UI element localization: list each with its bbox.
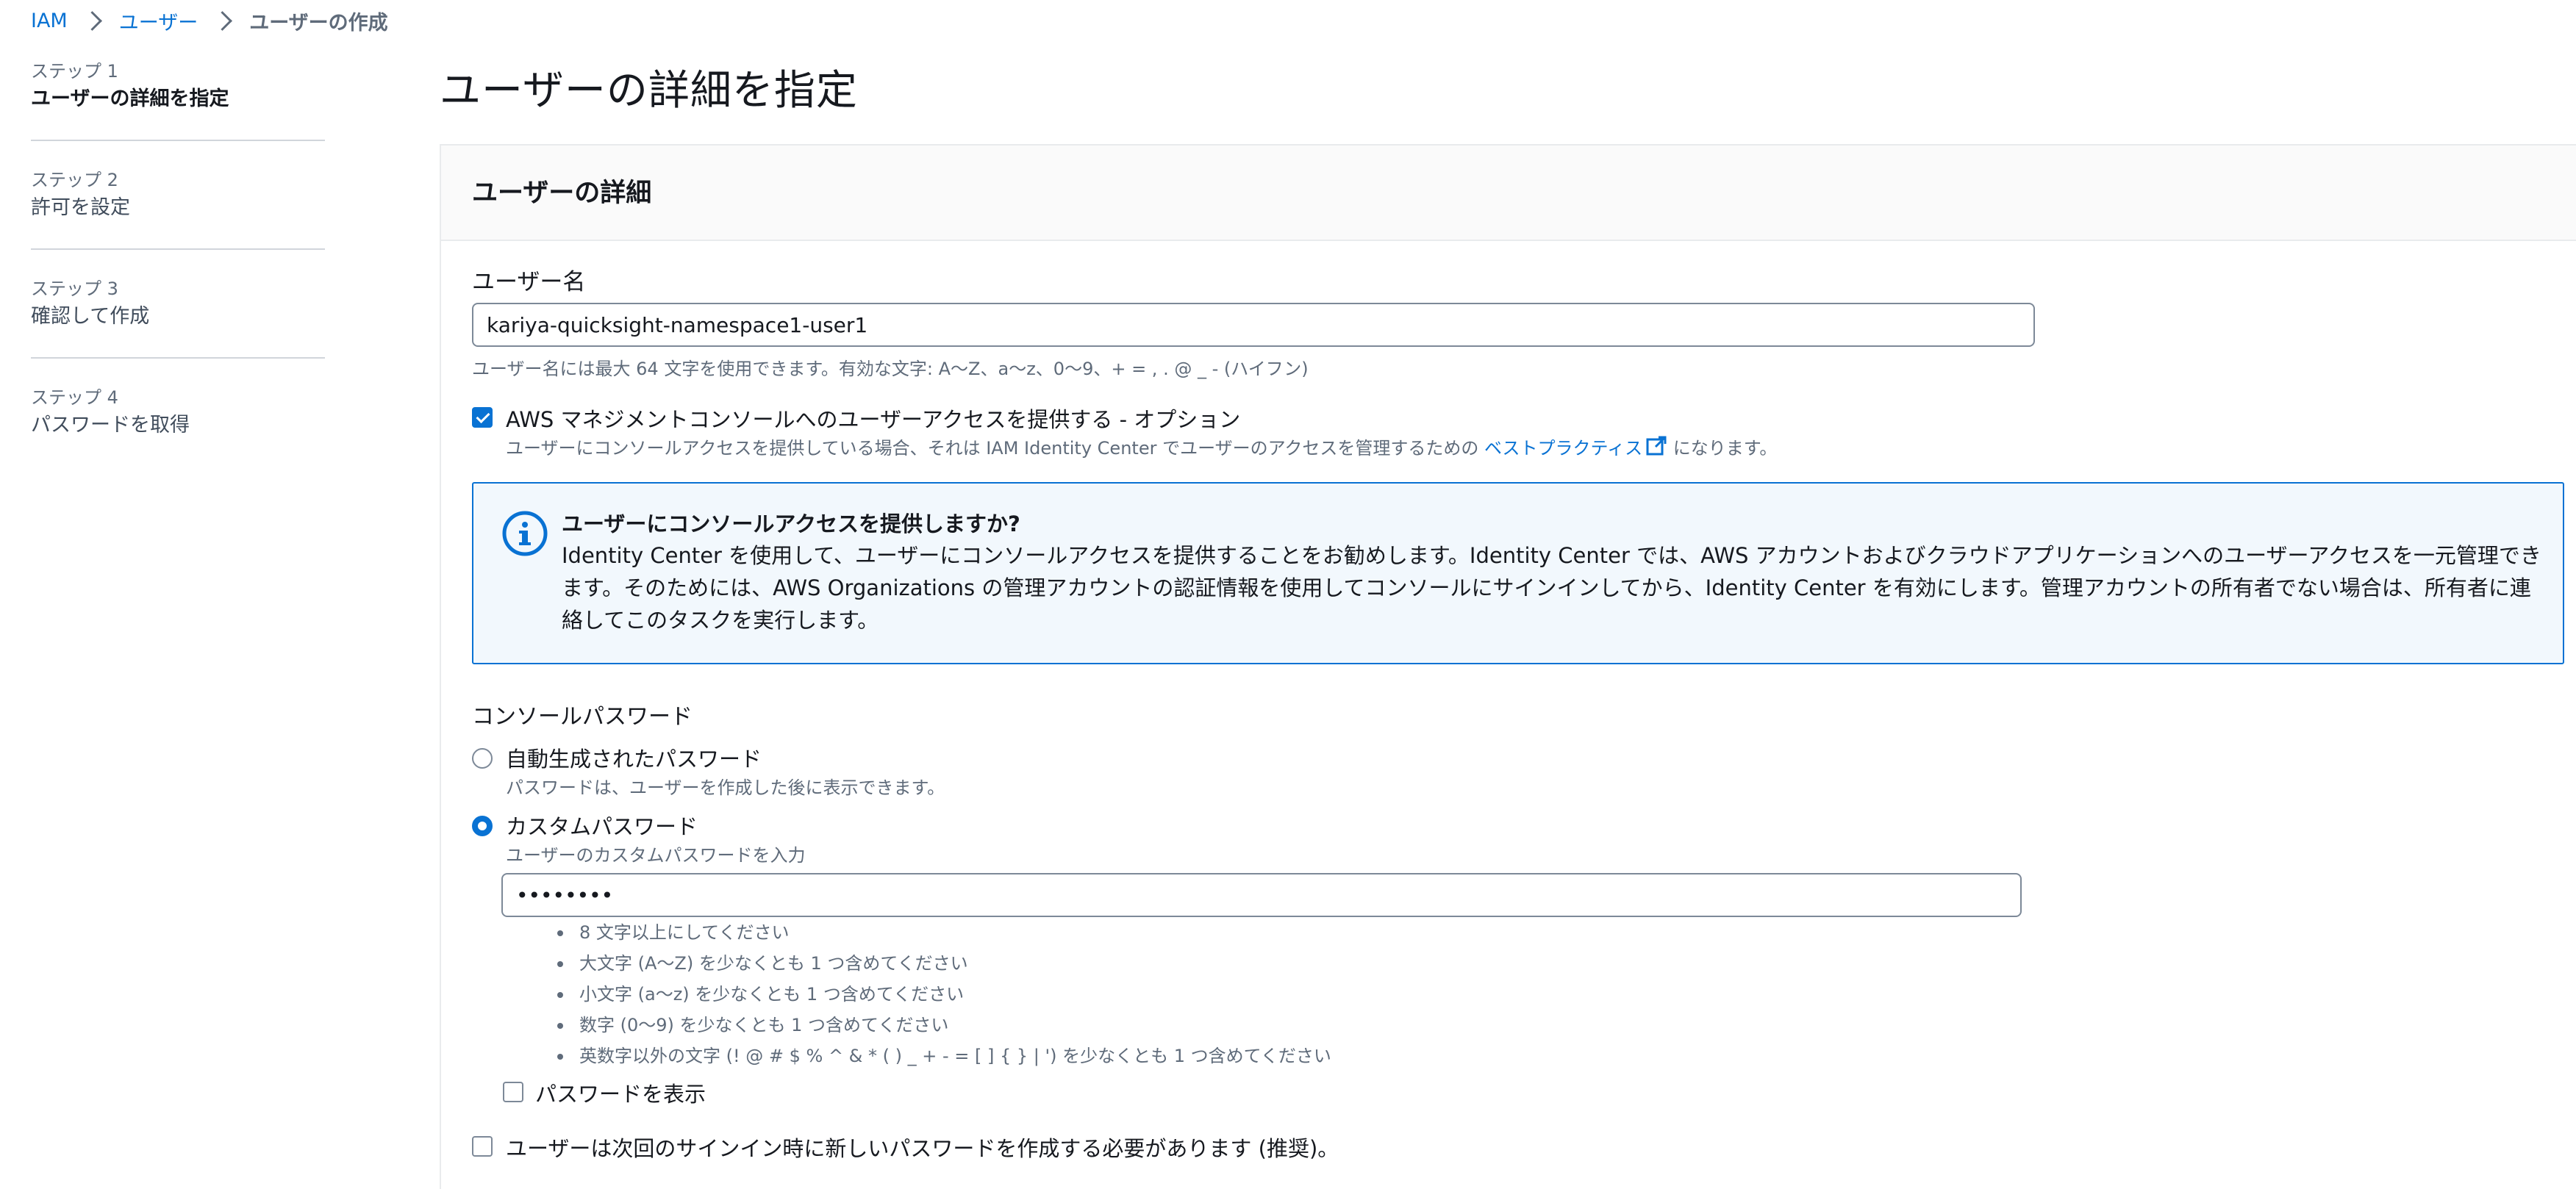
chevron-right-icon bbox=[208, 6, 239, 35]
console-access-info-alert: ユーザーにコンソールアクセスを提供しますか? Identity Center を… bbox=[472, 482, 2564, 664]
step-title: パスワードを取得 bbox=[31, 414, 190, 437]
breadcrumb-users-link[interactable]: ユーザー bbox=[119, 7, 198, 35]
info-icon bbox=[502, 511, 548, 556]
external-link-icon[interactable] bbox=[1645, 435, 1667, 457]
panel-title: ユーザーの詳細 bbox=[472, 179, 652, 208]
step-title: 確認して作成 bbox=[31, 305, 150, 328]
username-input[interactable] bbox=[472, 303, 2035, 347]
breadcrumb-iam-link[interactable]: IAM bbox=[31, 10, 68, 32]
list-item: 英数字以外の文字 (! @ # $ % ^ & * ( ) _ + - = [ … bbox=[557, 1041, 1331, 1071]
username-label: ユーザー名 bbox=[472, 269, 586, 295]
require-reset-checkbox[interactable] bbox=[472, 1136, 493, 1157]
page-title: ユーザーの詳細を指定 bbox=[440, 67, 858, 115]
wizard-step-1: ステップ 1 ユーザーの詳細を指定 bbox=[31, 59, 325, 141]
breadcrumb-current: ユーザーの作成 bbox=[249, 11, 388, 35]
list-item: 大文字 (A～Z) を少なくとも 1 つ含めてください bbox=[557, 948, 1331, 979]
console-access-checkbox[interactable] bbox=[472, 407, 493, 428]
breadcrumb: IAM ユーザー ユーザーの作成 bbox=[31, 6, 388, 35]
console-password-label: コンソールパスワード bbox=[472, 704, 693, 730]
console-access-description: ユーザーにコンソールアクセスを提供している場合、それは IAM Identity… bbox=[506, 434, 1777, 459]
wizard-step-3: ステップ 3 確認して作成 bbox=[31, 276, 325, 359]
custom-password-label[interactable]: カスタムパスワード bbox=[506, 810, 698, 841]
step-number: ステップ 3 bbox=[31, 279, 118, 299]
step-title: ユーザーの詳細を指定 bbox=[31, 87, 229, 110]
info-alert-title: ユーザーにコンソールアクセスを提供しますか? bbox=[562, 511, 1020, 536]
auto-password-label[interactable]: 自動生成されたパスワード bbox=[506, 742, 762, 773]
console-access-desc-suffix: になります。 bbox=[1672, 438, 1778, 459]
info-alert-body: Identity Center を使用して、ユーザーにコンソールアクセスを提供す… bbox=[562, 543, 2541, 633]
auto-password-radio[interactable] bbox=[472, 748, 493, 769]
step-number: ステップ 1 bbox=[31, 61, 118, 82]
list-item: 数字 (0～9) を少なくとも 1 つ含めてください bbox=[557, 1010, 1331, 1041]
panel-header: ユーザーの詳細 bbox=[441, 146, 2576, 241]
list-item: 8 文字以上にしてください bbox=[557, 917, 1331, 948]
show-password-label[interactable]: パスワードを表示 bbox=[535, 1077, 706, 1108]
chevron-right-icon bbox=[78, 6, 109, 35]
wizard-step-4: ステップ 4 パスワードを取得 bbox=[31, 385, 325, 466]
custom-password-radio[interactable] bbox=[472, 816, 493, 836]
wizard-step-2: ステップ 2 許可を設定 bbox=[31, 168, 325, 250]
wizard-steps: ステップ 1 ユーザーの詳細を指定 ステップ 2 許可を設定 ステップ 3 確認… bbox=[31, 59, 325, 492]
password-requirements-list: 8 文字以上にしてください 大文字 (A～Z) を少なくとも 1 つ含めてくださ… bbox=[557, 917, 1331, 1071]
require-reset-label[interactable]: ユーザーは次回のサインイン時に新しいパスワードを作成する必要があります (推奨)… bbox=[506, 1132, 1339, 1163]
auto-password-description: パスワードは、ユーザーを作成した後に表示できます。 bbox=[506, 777, 945, 798]
user-details-panel: ユーザーの詳細 ユーザー名 ユーザー名には最大 64 文字を使用できます。有効な… bbox=[440, 144, 2576, 1189]
best-practice-link[interactable]: ベストプラクティス bbox=[1484, 438, 1642, 459]
show-password-checkbox[interactable] bbox=[503, 1082, 523, 1102]
step-number: ステップ 4 bbox=[31, 387, 118, 408]
custom-password-input[interactable] bbox=[501, 873, 2022, 917]
custom-password-description: ユーザーのカスタムパスワードを入力 bbox=[506, 845, 806, 866]
step-title: 許可を設定 bbox=[31, 196, 130, 219]
console-access-desc-text: ユーザーにコンソールアクセスを提供している場合、それは IAM Identity… bbox=[506, 438, 1479, 459]
step-number: ステップ 2 bbox=[31, 170, 118, 190]
username-hint: ユーザー名には最大 64 文字を使用できます。有効な文字: A～Z、a～z、0～… bbox=[472, 359, 1309, 379]
list-item: 小文字 (a～z) を少なくとも 1 つ含めてください bbox=[557, 979, 1331, 1010]
console-access-label[interactable]: AWS マネジメントコンソールへのユーザーアクセスを提供する - オプション bbox=[506, 403, 1240, 434]
